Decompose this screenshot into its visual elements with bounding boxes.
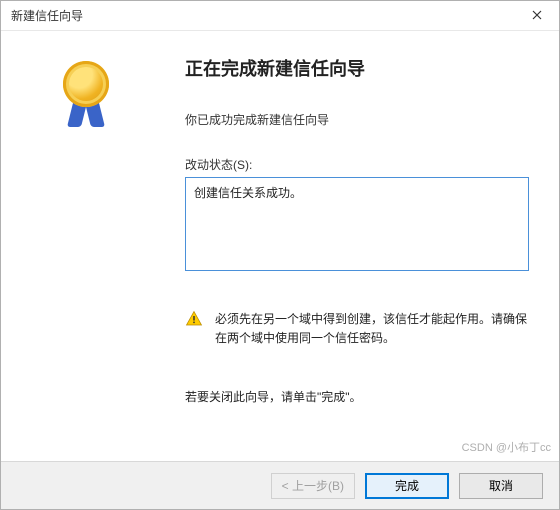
success-message: 你已成功完成新建信任向导	[185, 111, 529, 128]
back-button: < 上一步(B)	[271, 473, 355, 499]
titlebar: 新建信任向导	[1, 1, 559, 31]
cancel-button[interactable]: 取消	[459, 473, 543, 499]
status-label: 改动状态(S):	[185, 156, 529, 173]
wizard-main-panel: 正在完成新建信任向导 你已成功完成新建信任向导 改动状态(S): 必须先在另一个…	[171, 31, 559, 461]
close-icon	[532, 8, 542, 23]
wizard-content: 正在完成新建信任向导 你已成功完成新建信任向导 改动状态(S): 必须先在另一个…	[1, 31, 559, 461]
closing-instruction: 若要关闭此向导，请单击"完成"。	[185, 388, 529, 405]
page-title: 正在完成新建信任向导	[185, 55, 529, 81]
award-medal-icon	[58, 61, 114, 131]
finish-button[interactable]: 完成	[365, 473, 449, 499]
window-title: 新建信任向导	[11, 7, 83, 24]
wizard-footer: < 上一步(B) 完成 取消	[1, 461, 559, 509]
wizard-side-panel	[1, 31, 171, 461]
status-textarea[interactable]	[185, 177, 529, 271]
warning-block: 必须先在另一个域中得到创建，该信任才能起作用。请确保在两个域中使用同一个信任密码…	[185, 310, 529, 348]
window-close-button[interactable]	[514, 1, 559, 31]
warning-text: 必须先在另一个域中得到创建，该信任才能起作用。请确保在两个域中使用同一个信任密码…	[215, 310, 529, 348]
wizard-window: 新建信任向导 正在完成新建信任向导 你已成功完成新建信任向导 改动状态(S):	[0, 0, 560, 510]
warning-icon	[185, 310, 203, 348]
